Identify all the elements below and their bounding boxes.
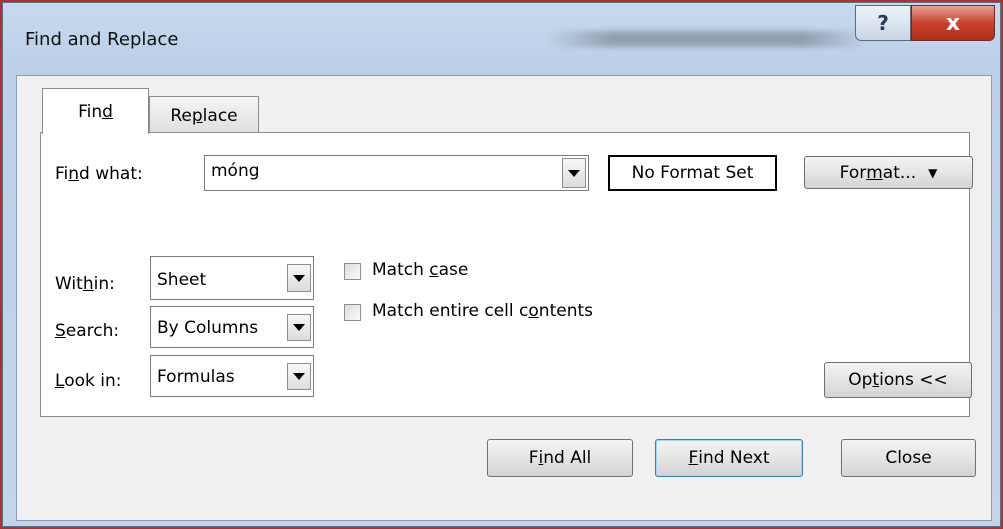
window-close-button[interactable]: x [911, 5, 995, 41]
help-icon: ? [877, 11, 889, 35]
match-entire-cell-checkbox[interactable] [344, 304, 361, 321]
match-entire-cell-label[interactable]: Match entire cell contents [372, 301, 593, 321]
dialog-client-area: Fin d Re p lace Find what: móng No Format S… [16, 75, 992, 521]
find-all-button[interactable]: Fi nd All [487, 439, 633, 477]
blurred-background-title [548, 31, 868, 47]
close-button[interactable]: Close [841, 439, 976, 477]
search-dropdown-button[interactable] [287, 314, 311, 341]
look-in-dropdown-button[interactable] [287, 363, 311, 390]
search-select[interactable]: By Columns [150, 306, 314, 348]
find-replace-dialog: Find and Replace ? x Fin d Re p lace Find w… [2, 2, 1001, 527]
find-what-dropdown-button[interactable] [562, 158, 586, 188]
chevron-down-icon [568, 169, 580, 177]
tab-replace[interactable]: Re p lace [149, 96, 259, 134]
title-bar[interactable]: Find and Replace ? x [3, 3, 1000, 77]
look-in-label: Look in: [55, 371, 122, 391]
chevron-down-icon [293, 373, 305, 380]
dropdown-arrow-icon: ▼ [928, 165, 938, 180]
within-select[interactable]: Sheet [150, 256, 314, 300]
help-button[interactable]: ? [855, 5, 911, 41]
format-preview: No Format Set [608, 155, 777, 191]
find-next-button[interactable]: Find Next [655, 439, 803, 477]
match-case-label[interactable]: Match case [372, 260, 468, 280]
window-title: Find and Replace [25, 29, 179, 50]
find-what-label: Find what: [55, 164, 143, 184]
within-label: Within: [55, 274, 115, 294]
close-icon: x [945, 10, 961, 36]
options-button[interactable]: Op t ions << [824, 362, 972, 398]
chevron-down-icon [293, 274, 305, 282]
match-case-checkbox[interactable] [344, 263, 361, 280]
within-dropdown-button[interactable] [287, 264, 311, 292]
find-what-input[interactable]: móng [211, 161, 260, 181]
look-in-select[interactable]: Formulas [150, 355, 314, 397]
tab-find[interactable]: Fin d [42, 88, 149, 134]
chevron-down-icon [293, 324, 305, 331]
format-button[interactable]: For m at... ▼ [804, 156, 973, 189]
find-what-combobox[interactable]: móng [204, 155, 589, 191]
search-label: Search: [55, 321, 120, 341]
